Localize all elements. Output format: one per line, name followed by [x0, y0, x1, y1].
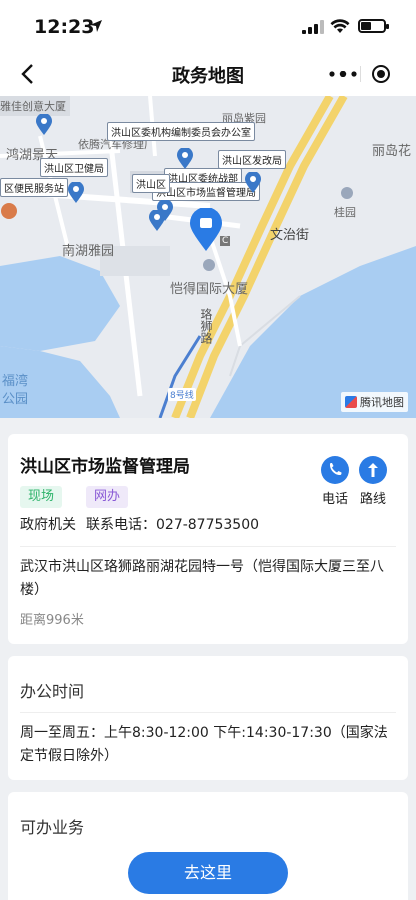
tag-online: 网办 [86, 486, 129, 508]
navigation-bar: 政务地图 [0, 52, 416, 96]
map-place-label: 文治街 [270, 228, 310, 243]
poi-label[interactable]: 洪山区 [132, 174, 170, 193]
more-dots-icon[interactable] [328, 71, 358, 77]
map-place-label: 雅佳创意大厦 [0, 100, 66, 113]
status-bar: 12:23 [0, 0, 416, 52]
phone-number[interactable]: 027-87753500 [156, 517, 259, 533]
route-button[interactable]: 路线 [352, 456, 394, 507]
map-pin-icon[interactable] [244, 172, 262, 194]
location-arrow-icon [90, 20, 102, 32]
organization-card: 洪山区市场监督管理局 现场 网办 政府机关 联系电话：027-87753500 电… [8, 434, 408, 644]
office-hours-text: 周一至周五：上午8:30-12:00 下午:14:30-17:30（国家法定节假… [20, 725, 388, 764]
map-place-label: 公园 [2, 392, 29, 407]
go-here-button[interactable]: 去这里 [128, 852, 288, 894]
metro-line-label: 8号线 [168, 388, 196, 401]
services-title: 可办业务 [20, 818, 85, 837]
map-provider-label: 腾讯地图 [360, 396, 404, 409]
map-pin-icon[interactable] [67, 182, 85, 204]
call-button[interactable]: 电话 [314, 456, 356, 507]
phone-label: 联系电话： [86, 517, 156, 533]
map-place-label: 南湖雅园 [62, 244, 115, 259]
close-mini-program-icon[interactable] [372, 65, 390, 83]
battery-icon [358, 19, 389, 33]
cellular-signal-icon [302, 20, 324, 34]
map-place-label: 福湾 [2, 374, 29, 389]
route-label: 路线 [359, 492, 386, 507]
map-poi-icon [203, 259, 215, 271]
tencent-map-icon [345, 396, 357, 408]
map-provider-logo: 腾讯地图 [341, 392, 408, 412]
map-place-label: 桂园 [334, 206, 356, 219]
organization-meta: 政府机关 联系电话：027-87753500 [20, 514, 269, 534]
map-poi-icon [1, 203, 17, 219]
divider [20, 712, 396, 713]
poi-label[interactable]: 洪山区发改局 [218, 150, 286, 169]
phone-icon [321, 456, 349, 484]
map-pin-icon[interactable] [176, 148, 194, 170]
map-place-label: 丽岛花 [372, 144, 412, 159]
selected-location-pin-icon[interactable] [188, 208, 224, 252]
wifi-icon [330, 19, 350, 33]
organization-name: 洪山区市场监督管理局 [20, 457, 190, 477]
poi-label[interactable]: 洪山区卫健局 [40, 158, 108, 177]
map-road-label: 珞狮路 [199, 308, 213, 344]
map-pin-icon[interactable] [148, 210, 166, 232]
map-view[interactable]: 雅佳创意大厦 鸿湖景天 依腾汽车修理厂 丽岛紫园 丽岛花 桂园 南湖雅园 文治街… [0, 96, 416, 418]
poi-label[interactable]: 洪山区委机构编制委员会办公室 [107, 122, 255, 141]
mini-program-capsule [316, 58, 406, 90]
capsule-divider [360, 66, 361, 82]
office-hours-title: 办公时间 [20, 682, 85, 701]
poi-label[interactable]: 区便民服务站 [0, 178, 68, 197]
tag-onsite: 现场 [20, 486, 63, 508]
status-time: 12:23 [34, 16, 95, 38]
address: 武汉市洪山区珞狮路丽湖花园特一号（恺得国际大厦三至八楼） [20, 559, 384, 598]
distance: 距离996米 [20, 613, 84, 628]
call-label: 电话 [321, 492, 348, 507]
divider [20, 546, 396, 547]
map-pin-icon[interactable] [35, 114, 53, 136]
map-poi-icon [341, 187, 353, 199]
map-place-label: 恺得国际大厦 [170, 282, 249, 297]
office-hours-card: 办公时间 周一至周五：上午8:30-12:00 下午:14:30-17:30（国… [8, 656, 408, 780]
organization-type: 政府机关 [20, 517, 76, 533]
route-arrow-icon [359, 456, 387, 484]
